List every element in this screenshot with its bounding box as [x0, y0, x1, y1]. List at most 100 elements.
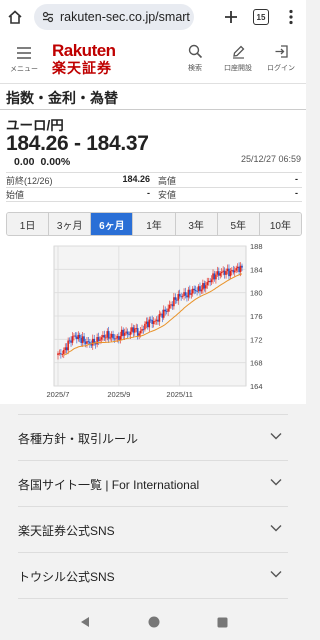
chevron-down-icon: [270, 525, 282, 532]
address-bar[interactable]: rakuten-sec.co.jp/smart: [34, 4, 194, 30]
candle-body: [145, 321, 148, 324]
home-circle-icon[interactable]: [148, 616, 160, 628]
browser-toolbar: rakuten-sec.co.jp/smart 15: [0, 0, 306, 34]
change-value: 0.00: [14, 156, 35, 168]
period-tab-6m[interactable]: 6ヶ月: [91, 213, 134, 235]
menu-button[interactable]: メニュー: [4, 40, 44, 80]
candle-body: [139, 330, 142, 334]
candle-body: [87, 341, 90, 343]
candle-body: [228, 268, 230, 277]
chevron-down-icon: [270, 571, 282, 578]
candle-body: [196, 291, 198, 292]
candle-body: [109, 337, 111, 339]
hamburger-icon: [17, 47, 31, 59]
candle-body: [119, 336, 122, 340]
open-account-label: 口座開設: [224, 65, 252, 72]
back-icon[interactable]: [79, 616, 91, 628]
candle-body: [226, 268, 229, 272]
footer-item-international[interactable]: 各国サイト一覧 | For International: [0, 461, 306, 507]
candle-body: [167, 308, 169, 312]
candle-body: [222, 270, 224, 272]
candle-body: [77, 334, 80, 340]
login-icon: [275, 45, 288, 58]
site-info-icon[interactable]: [42, 11, 54, 23]
candle-body: [161, 313, 164, 318]
high-label: 高値: [158, 175, 177, 186]
period-tab-5y[interactable]: 5年: [217, 213, 260, 235]
quote-table: 前終(12/26) 184.26 高値 - 始値 - 安値 -: [6, 172, 302, 202]
y-tick-label: 180: [250, 289, 263, 298]
candle-body: [218, 271, 220, 276]
candle-body: [74, 335, 77, 337]
period-tabs: 1日 3ヶ月 6ヶ月 1年 3年 5年 10年: [6, 212, 302, 236]
candle-body: [116, 336, 119, 339]
candle-body: [71, 336, 74, 343]
change-percent: 0.00%: [40, 156, 71, 168]
login-button[interactable]: ログイン: [261, 44, 301, 73]
footer-item-toushiru-sns[interactable]: トウシル公式SNS: [0, 553, 306, 599]
period-tab-3m[interactable]: 3ヶ月: [49, 213, 92, 235]
period-tab-1d[interactable]: 1日: [7, 213, 50, 235]
rakuten-logo[interactable]: Rakuten 楽天証券: [52, 42, 116, 77]
candle-body: [135, 328, 138, 329]
candle-body: [73, 335, 75, 337]
home-button[interactable]: [2, 0, 28, 34]
open-account-button[interactable]: 口座開設: [218, 44, 258, 73]
candle-body: [131, 327, 133, 332]
search-label: 検索: [188, 65, 202, 72]
candle-body: [239, 265, 242, 273]
candle-body: [187, 289, 190, 298]
candle-body: [191, 288, 194, 294]
candle-body: [216, 271, 219, 275]
candle-body: [215, 274, 217, 280]
candle-body: [199, 286, 201, 292]
x-tick-label: 2025/9: [107, 390, 130, 399]
y-tick-label: 164: [250, 382, 263, 391]
candle-body: [105, 337, 107, 339]
candle-body: [58, 353, 61, 355]
candle-body: [91, 338, 94, 346]
candle-body: [212, 273, 214, 280]
period-tab-1y[interactable]: 1年: [133, 213, 176, 235]
candle-body: [231, 270, 233, 271]
candle-body: [147, 321, 149, 328]
candle-body: [235, 268, 238, 271]
candle-body: [132, 327, 135, 333]
candle-body: [180, 296, 182, 298]
search-icon: [188, 44, 202, 59]
candle-body: [173, 297, 175, 307]
candle-body: [184, 292, 187, 296]
candle-body: [206, 282, 209, 286]
search-button[interactable]: 検索: [175, 44, 215, 73]
candle-body: [125, 331, 127, 333]
candle-body: [133, 328, 136, 333]
candle-body: [157, 319, 159, 322]
candle-body: [223, 270, 226, 275]
candle-body: [106, 331, 109, 338]
candle-body: [67, 340, 69, 351]
candle-body: [68, 340, 71, 342]
candle-body: [171, 304, 174, 307]
footer-item-policies[interactable]: 各種方針・取引ルール: [0, 415, 306, 461]
price-chart[interactable]: 188 184 180 176 172 168 164 2025/7 2025/9 2025/11: [40, 240, 270, 402]
open-value: -: [147, 188, 150, 198]
period-tab-3y[interactable]: 3年: [175, 213, 218, 235]
candle-body: [89, 341, 91, 344]
new-tab-button[interactable]: [216, 0, 246, 34]
system-nav-bar: [0, 604, 306, 640]
footer-item-label: 各国サイト一覧 | For International: [18, 477, 200, 492]
candle-body: [61, 354, 64, 355]
browser-menu-button[interactable]: [276, 0, 306, 34]
candle-body: [107, 331, 110, 339]
tab-switcher-button[interactable]: 15: [246, 0, 276, 34]
candle-body: [210, 279, 213, 283]
period-tab-10y[interactable]: 10年: [259, 213, 301, 235]
candle-body: [149, 319, 152, 321]
recents-icon[interactable]: [217, 617, 228, 628]
footer-item-rakuten-sns[interactable]: 楽天証券公式SNS: [0, 507, 306, 553]
candle-body: [200, 289, 203, 292]
divider: [18, 598, 288, 599]
plus-icon: [225, 11, 237, 23]
y-tick-label: 188: [250, 242, 263, 251]
candle-body: [204, 285, 207, 289]
